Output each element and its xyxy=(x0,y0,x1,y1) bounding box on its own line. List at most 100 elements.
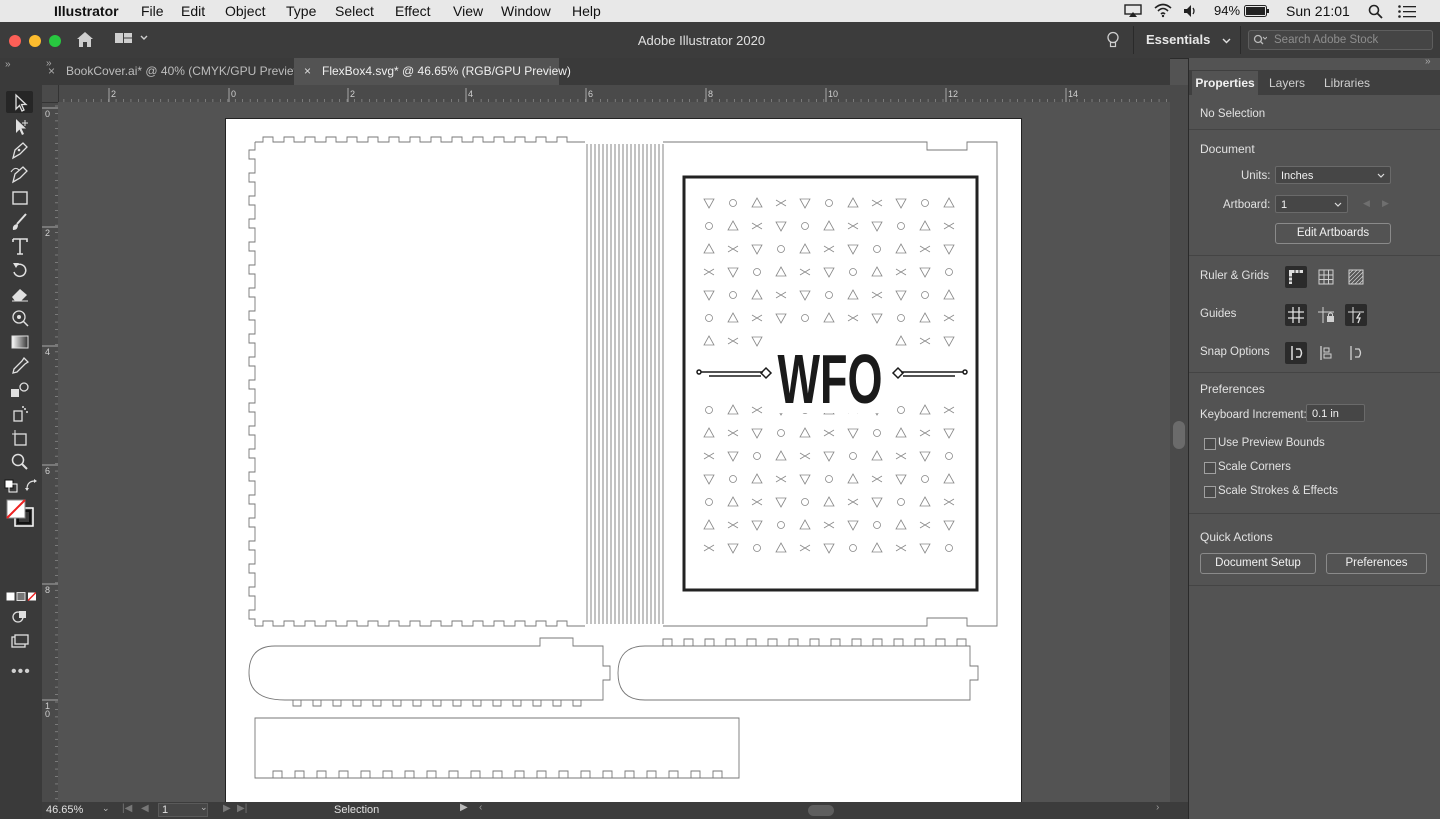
previous-artboard-icon[interactable]: ◀ xyxy=(1363,198,1370,209)
artboard-select[interactable]: 1 xyxy=(1275,195,1348,213)
current-tool-status[interactable]: Selection xyxy=(334,804,379,816)
ruler-grids-label: Ruler & Grids xyxy=(1200,270,1270,282)
paintbrush-tool-icon[interactable] xyxy=(9,212,31,232)
lock-guides-icon[interactable] xyxy=(1315,304,1337,326)
edit-toolbar-icon[interactable]: ••• xyxy=(11,663,31,681)
last-artboard-icon[interactable]: ▶| xyxy=(237,803,247,814)
battery-icon[interactable] xyxy=(1244,5,1270,17)
preferences-button[interactable]: Preferences xyxy=(1326,553,1427,574)
app-bar: Adobe Illustrator 2020 Essentials Search… xyxy=(0,22,1440,59)
rotate-tool-icon[interactable] xyxy=(9,260,31,280)
notification-center-icon[interactable] xyxy=(1398,5,1416,18)
ruler-label: 12 xyxy=(948,89,958,99)
next-artboard-icon[interactable]: ▶ xyxy=(223,803,231,814)
scale-strokes-effects-checkbox[interactable] xyxy=(1204,486,1216,498)
first-artboard-icon[interactable]: |◀ xyxy=(122,803,132,814)
zoom-level-field[interactable]: 46.65% ⌄ xyxy=(46,803,110,818)
status-menu-arrow-icon[interactable]: ▶ xyxy=(460,802,468,813)
vertical-ruler[interactable]: 0246810 xyxy=(42,102,59,802)
lightbulb-icon[interactable] xyxy=(1106,31,1120,49)
scale-corners-checkbox[interactable] xyxy=(1204,462,1216,474)
menu-effect[interactable]: Effect xyxy=(395,3,431,19)
tab-properties[interactable]: Properties xyxy=(1192,71,1258,95)
next-artboard-icon[interactable]: ▶ xyxy=(1382,198,1389,209)
app-menu[interactable]: Illustrator xyxy=(54,3,119,19)
close-icon[interactable]: × xyxy=(304,58,311,84)
pen-tool-icon[interactable] xyxy=(9,140,31,160)
stock-search-input[interactable]: Search Adobe Stock xyxy=(1248,30,1433,50)
cover-title-text[interactable]: WFO xyxy=(778,340,883,418)
tab-libraries[interactable]: Libraries xyxy=(1324,71,1370,95)
workspace-switcher[interactable]: Essentials xyxy=(1146,32,1231,47)
tab-flexbox4[interactable]: × FlexBox4.svg* @ 46.65% (RGB/GPU Previe… xyxy=(294,58,571,85)
horizontal-scroll-thumb[interactable] xyxy=(808,805,834,816)
horizontal-scroll-left-icon[interactable]: ‹ xyxy=(479,802,482,813)
wifi-icon[interactable] xyxy=(1154,3,1172,18)
rulers-toggle-icon[interactable] xyxy=(1285,266,1307,288)
show-guides-icon[interactable] xyxy=(1285,304,1307,326)
default-colors-icon[interactable] xyxy=(4,479,18,493)
menu-object[interactable]: Object xyxy=(225,3,265,19)
chevron-down-icon[interactable]: ⌄ xyxy=(200,802,208,813)
snap-to-point-icon[interactable] xyxy=(1285,342,1307,364)
chevron-down-icon xyxy=(1377,173,1385,178)
gradient-tool-icon[interactable] xyxy=(9,332,31,352)
previous-artboard-icon[interactable]: ◀ xyxy=(141,803,149,814)
menubar-clock[interactable]: Sun 21:01 xyxy=(1286,3,1350,19)
status-bar: 46.65% ⌄ |◀ ◀ 1 ⌄ ▶ ▶| Selection ▶ ‹ › xyxy=(42,802,1188,819)
color-mode-icons[interactable] xyxy=(6,591,36,603)
fill-stroke-swatch[interactable] xyxy=(6,499,36,529)
tab-layers[interactable]: Layers xyxy=(1269,71,1305,95)
spotlight-icon[interactable] xyxy=(1368,4,1383,19)
volume-icon[interactable] xyxy=(1183,4,1197,18)
zoom-tool-icon[interactable] xyxy=(9,452,31,472)
curvature-tool-icon[interactable] xyxy=(9,164,31,184)
ruler-label: 8 xyxy=(45,585,50,595)
direct-selection-tool-icon[interactable] xyxy=(9,117,31,137)
artboard[interactable]: WFO xyxy=(225,118,1023,802)
eraser-tool-icon[interactable] xyxy=(9,284,31,304)
properties-panel: » Properties Layers Libraries No Selecti… xyxy=(1188,56,1440,819)
smart-guides-icon[interactable] xyxy=(1345,304,1367,326)
vertical-scrollbar[interactable] xyxy=(1170,85,1188,802)
tab-bookcover[interactable]: × BookCover.ai* @ 40% (CMYK/GPU Preview) xyxy=(42,58,306,85)
menu-view[interactable]: View xyxy=(453,3,483,19)
artboard-tool-icon[interactable] xyxy=(9,428,31,448)
units-select[interactable]: Inches xyxy=(1275,166,1391,184)
draw-mode-icon[interactable] xyxy=(12,609,28,623)
horizontal-ruler[interactable]: 2 0 2 4 6 8 10 12 14 xyxy=(42,85,1170,103)
close-icon[interactable]: × xyxy=(48,58,55,84)
rectangle-tool-icon[interactable] xyxy=(9,188,31,208)
snap-to-pixel-icon[interactable] xyxy=(1315,342,1337,364)
artboard-number-value: 1 xyxy=(162,804,169,816)
menu-file[interactable]: File xyxy=(141,3,164,19)
menu-type[interactable]: Type xyxy=(286,3,316,19)
use-preview-bounds-checkbox[interactable] xyxy=(1204,438,1216,450)
menu-window[interactable]: Window xyxy=(501,3,551,19)
panel-expand-icon[interactable]: » xyxy=(1425,56,1431,67)
scroll-thumb[interactable] xyxy=(1173,421,1185,449)
type-tool-icon[interactable] xyxy=(9,236,31,256)
edit-artboards-button[interactable]: Edit Artboards xyxy=(1275,223,1391,244)
keyboard-increment-input[interactable]: 0.1 in xyxy=(1306,404,1365,422)
menu-select[interactable]: Select xyxy=(335,3,374,19)
eyedropper-tool-icon[interactable] xyxy=(9,356,31,376)
symbol-sprayer-tool-icon[interactable] xyxy=(9,404,31,424)
grid-icon[interactable] xyxy=(1315,266,1337,288)
horizontal-scroll-right-icon[interactable]: › xyxy=(1156,802,1159,813)
blend-tool-icon[interactable] xyxy=(9,380,31,400)
transparency-grid-icon[interactable] xyxy=(1345,266,1367,288)
menu-edit[interactable]: Edit xyxy=(181,3,205,19)
workspace-separator-2 xyxy=(1240,26,1241,54)
document-setup-button[interactable]: Document Setup xyxy=(1200,553,1316,574)
units-label: Units: xyxy=(1241,170,1271,182)
airplay-icon[interactable] xyxy=(1124,4,1142,18)
puppet-warp-tool-icon[interactable] xyxy=(9,308,31,328)
selection-tool-icon[interactable] xyxy=(9,93,31,113)
panel-collapse-icon[interactable]: » xyxy=(5,59,11,70)
swap-colors-icon[interactable] xyxy=(25,479,37,491)
canvas-area[interactable]: WFO xyxy=(58,102,1170,802)
snap-to-glyph-icon[interactable] xyxy=(1345,342,1367,364)
screen-mode-icon[interactable] xyxy=(11,634,29,648)
menu-help[interactable]: Help xyxy=(572,3,601,19)
